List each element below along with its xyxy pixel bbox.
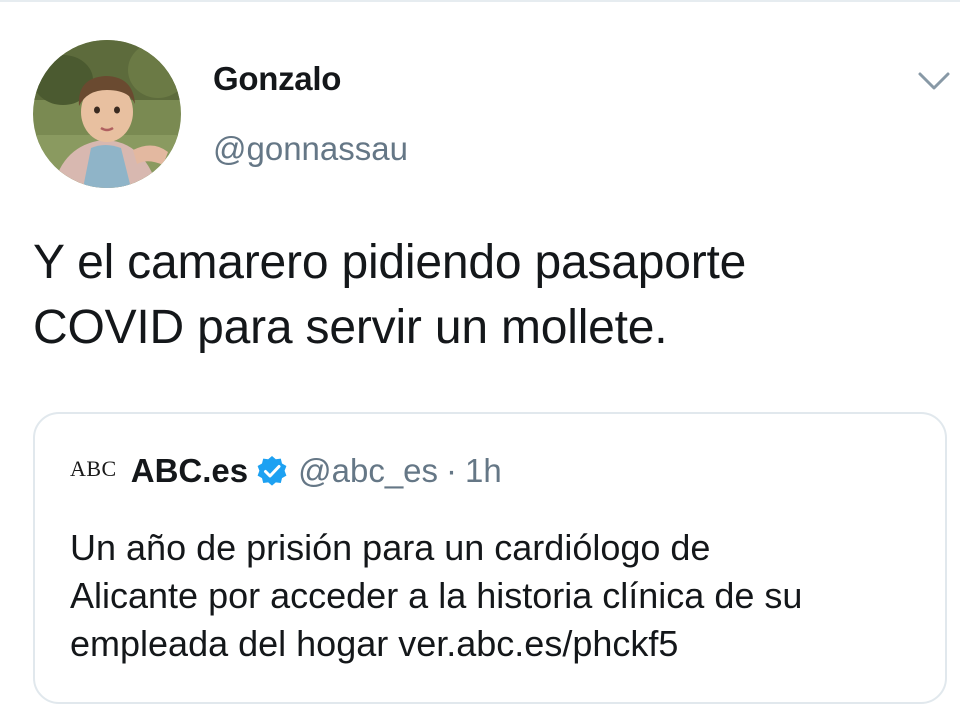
- quoted-text-line: Un año de prisión para un cardiólogo de: [70, 527, 711, 568]
- quoted-tweet-header: ABC ABC.es @abc_es · 1h: [70, 452, 502, 490]
- quoted-timestamp: 1h: [465, 452, 502, 489]
- quoted-text-line: Alicante por acceder a la historia clíni…: [70, 575, 803, 616]
- tweet-text: Y el camarero pidiendo pasaporte COVID p…: [33, 230, 943, 360]
- author-avatar[interactable]: [33, 40, 181, 188]
- quoted-text-line: empleada del hogar ver.abc.es/phckf5: [70, 623, 679, 664]
- verified-badge-icon: [257, 456, 287, 486]
- author-handle[interactable]: @gonnassau: [213, 130, 408, 168]
- quoted-author-handle: @abc_es: [298, 452, 439, 489]
- author-name[interactable]: Gonzalo: [213, 60, 341, 98]
- avatar-image: [33, 40, 181, 188]
- separator-dot: ·: [446, 452, 458, 489]
- tweet-text-line: Y el camarero pidiendo pasaporte: [33, 236, 747, 289]
- chevron-down-icon: [918, 72, 950, 90]
- quoted-tweet-card[interactable]: ABC ABC.es @abc_es · 1h Un año de prisió…: [33, 412, 947, 704]
- abc-logo: ABC: [70, 456, 117, 481]
- tweet-page: Gonzalo @gonnassau Y el camarero pidiend…: [0, 0, 960, 720]
- tweet-menu-button[interactable]: [914, 64, 954, 98]
- quoted-author-name: ABC.es: [130, 452, 249, 489]
- quoted-tweet-text: Un año de prisión para un cardiólogo de …: [70, 524, 930, 668]
- tweet-text-line: COVID para servir un mollete.: [33, 301, 668, 354]
